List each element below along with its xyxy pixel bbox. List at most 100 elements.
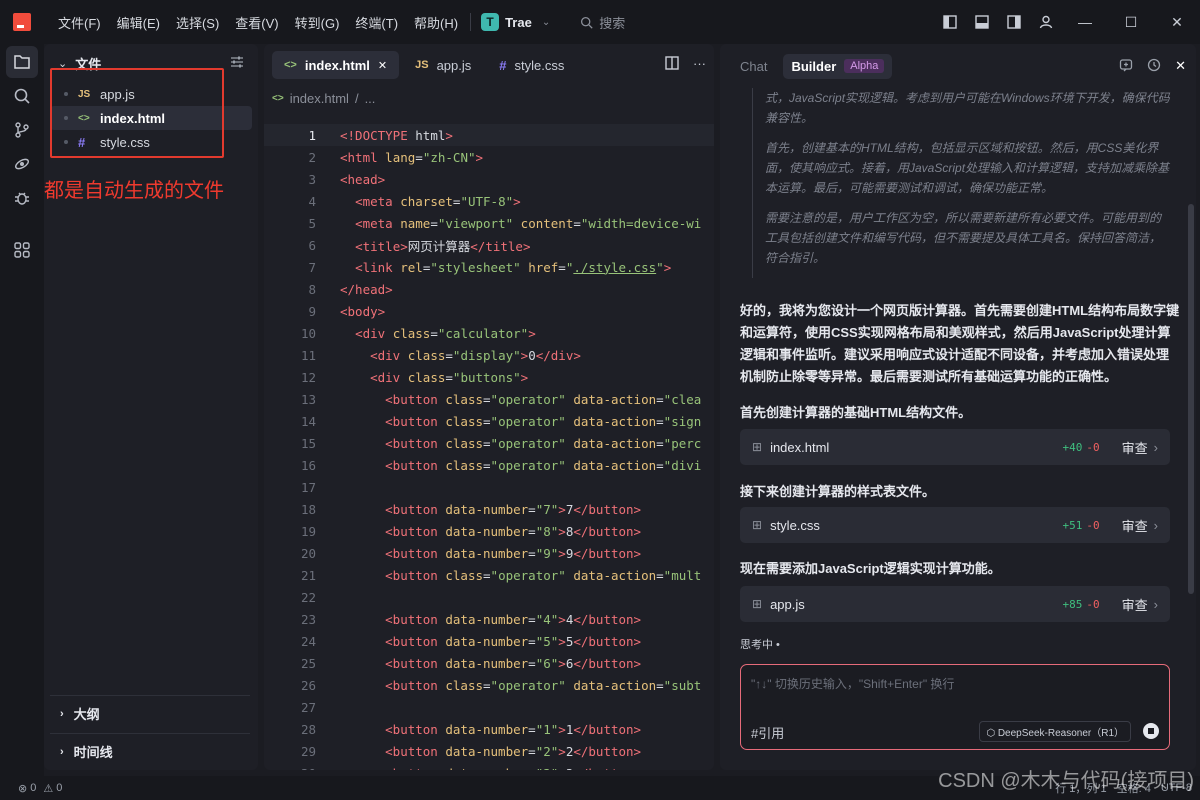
- code-line[interactable]: 7 <link rel="stylesheet" href="./style.c…: [264, 256, 714, 278]
- line-text: <button class="operator" data-action="mu…: [385, 567, 702, 583]
- menu-terminal[interactable]: 终端(T): [347, 13, 406, 32]
- chevron-right-icon: ›: [1153, 596, 1158, 612]
- line-number: 28: [300, 721, 316, 737]
- warning-count: 0: [56, 782, 63, 794]
- review-button[interactable]: 审查: [1122, 595, 1148, 614]
- account-icon[interactable]: [1030, 6, 1062, 38]
- code-line[interactable]: 1 <!DOCTYPE html>: [264, 124, 714, 146]
- minimize-button[interactable]: —: [1062, 0, 1108, 44]
- code-line[interactable]: 15 <button class="operator" data-action=…: [264, 432, 714, 454]
- code-line[interactable]: 29 <button data-number="2">2</button>: [264, 740, 714, 762]
- code-line[interactable]: 13 <button class="operator" data-action=…: [264, 388, 714, 410]
- js-file-icon: JS: [415, 59, 429, 71]
- reference-button[interactable]: #引用: [751, 723, 784, 742]
- toggle-left-panel-icon[interactable]: [934, 6, 966, 38]
- code-line[interactable]: 25 <button data-number="6">6</button>: [264, 652, 714, 674]
- code-line[interactable]: 8 </head>: [264, 278, 714, 300]
- split-editor-icon[interactable]: [665, 56, 679, 73]
- history-icon[interactable]: [1147, 58, 1161, 75]
- new-chat-icon[interactable]: [1119, 58, 1133, 75]
- code-line[interactable]: 23 <button data-number="4">4</button>: [264, 608, 714, 630]
- line-number: 5: [308, 215, 316, 231]
- remote-explorer-icon[interactable]: [6, 148, 38, 180]
- annotation-text: 都是自动生成的文件: [44, 180, 224, 202]
- tab-app-js[interactable]: JS app.js: [403, 51, 483, 79]
- chat-scrollbar[interactable]: [1188, 204, 1194, 594]
- code-line[interactable]: 26 <button class="operator" data-action=…: [264, 674, 714, 696]
- code-line[interactable]: 20 <button data-number="9">9</button>: [264, 542, 714, 564]
- more-actions-icon[interactable]: ···: [693, 56, 706, 73]
- close-button[interactable]: ✕: [1154, 0, 1200, 44]
- close-tab-icon[interactable]: ✕: [378, 59, 387, 72]
- review-button[interactable]: 审查: [1122, 516, 1148, 535]
- code-line[interactable]: 6 <title>网页计算器</title>: [264, 234, 714, 256]
- code-line[interactable]: 17: [264, 476, 714, 498]
- code-line[interactable]: 28 <button data-number="1">1</button>: [264, 718, 714, 740]
- code-line[interactable]: 19 <button data-number="8">8</button>: [264, 520, 714, 542]
- stop-button[interactable]: [1143, 723, 1159, 739]
- chevron-down-icon: ⌄: [541, 16, 551, 28]
- review-button[interactable]: 审查: [1122, 438, 1148, 457]
- code-line[interactable]: 24 <button data-number="5">5</button>: [264, 630, 714, 652]
- menu-file[interactable]: 文件(F): [50, 13, 109, 32]
- code-line[interactable]: 9 <body>: [264, 300, 714, 322]
- code-line[interactable]: 30 <button data-number="3">3</button>: [264, 762, 714, 771]
- menu-help[interactable]: 帮助(H): [406, 13, 466, 32]
- model-selector[interactable]: ⬡ DeepSeek-Reasoner（R1）: [979, 721, 1131, 742]
- menu-goto[interactable]: 转到(G): [287, 13, 348, 32]
- alpha-badge: Alpha: [844, 59, 885, 73]
- code-line[interactable]: 14 <button class="operator" data-action=…: [264, 410, 714, 432]
- code-lines[interactable]: 1 <!DOCTYPE html> 2 <html lang="zh-CN"> 3 <he…: [264, 124, 714, 770]
- toggle-bottom-panel-icon[interactable]: [966, 6, 998, 38]
- code-line[interactable]: 12 <div class="buttons">: [264, 366, 714, 388]
- code-line[interactable]: 4 <meta charset="UTF-8">: [264, 190, 714, 212]
- extensions-icon[interactable]: [6, 234, 38, 266]
- code-line[interactable]: 11 <div class="display">0</div>: [264, 344, 714, 366]
- code-line[interactable]: 10 <div class="calculator">: [264, 322, 714, 344]
- line-text: <!DOCTYPE html>: [340, 127, 453, 143]
- line-text: <button data-number="6">6</button>: [385, 655, 642, 671]
- command-search[interactable]: 搜索: [580, 13, 625, 32]
- breadcrumb-file[interactable]: index.html: [290, 91, 349, 106]
- file-expand-icon: ⊞: [752, 597, 763, 611]
- code-line[interactable]: 21 <button class="operator" data-action=…: [264, 564, 714, 586]
- debug-icon[interactable]: [6, 182, 38, 214]
- code-line[interactable]: 5 <meta name="viewport" content="width=d…: [264, 212, 714, 234]
- breadcrumb-separator: /: [354, 90, 359, 106]
- line-number: 14: [300, 413, 316, 429]
- errors-indicator[interactable]: ⊗ 0 ⚠ 0: [18, 782, 62, 795]
- timeline-section[interactable]: › 时间线: [50, 733, 250, 769]
- tab-chat[interactable]: Chat: [732, 54, 775, 79]
- file-change-card[interactable]: ⊞ index.html +40 -0 审查 ›: [740, 429, 1170, 465]
- source-control-icon[interactable]: [6, 114, 38, 146]
- code-line[interactable]: 2 <html lang="zh-CN">: [264, 146, 714, 168]
- menu-view[interactable]: 查看(V): [227, 13, 286, 32]
- toggle-right-panel-icon[interactable]: [998, 6, 1030, 38]
- code-line[interactable]: 27: [264, 696, 714, 718]
- file-change-card[interactable]: ⊞ app.js +85 -0 审查 ›: [740, 586, 1170, 622]
- line-text: <button data-number="8">8</button>: [385, 523, 642, 539]
- project-switcher[interactable]: T Trae ⌄: [481, 13, 550, 31]
- search-sidebar-icon[interactable]: [6, 80, 38, 112]
- explorer-icon[interactable]: [6, 46, 38, 78]
- maximize-button[interactable]: ☐: [1108, 0, 1154, 44]
- chat-input[interactable]: "↑↓" 切换历史输入，"Shift+Enter" 换行 #引用 ⬡ DeepS…: [740, 664, 1170, 750]
- explorer-settings-icon[interactable]: [230, 55, 244, 72]
- code-line[interactable]: 16 <button class="operator" data-action=…: [264, 454, 714, 476]
- line-number: 25: [300, 655, 316, 671]
- tab-style-css[interactable]: # style.css: [487, 51, 576, 79]
- file-change-card[interactable]: ⊞ style.css +51 -0 审查 ›: [740, 507, 1170, 543]
- breadcrumb-more[interactable]: ...: [365, 91, 376, 106]
- line-text: <div class="calculator">: [355, 325, 536, 341]
- code-line[interactable]: 22: [264, 586, 714, 608]
- code-line[interactable]: 3 <head>: [264, 168, 714, 190]
- line-number: 10: [300, 325, 316, 341]
- tab-builder[interactable]: Builder Alpha: [783, 53, 893, 79]
- close-panel-icon[interactable]: ✕: [1175, 58, 1186, 75]
- menu-edit[interactable]: 编辑(E): [109, 13, 168, 32]
- menu-select[interactable]: 选择(S): [168, 13, 227, 32]
- line-text: <button data-number="4">4</button>: [385, 611, 642, 627]
- code-line[interactable]: 18 <button data-number="7">7</button>: [264, 498, 714, 520]
- tab-index-html[interactable]: <> index.html ✕: [272, 51, 400, 79]
- outline-section[interactable]: › 大纲: [50, 695, 250, 731]
